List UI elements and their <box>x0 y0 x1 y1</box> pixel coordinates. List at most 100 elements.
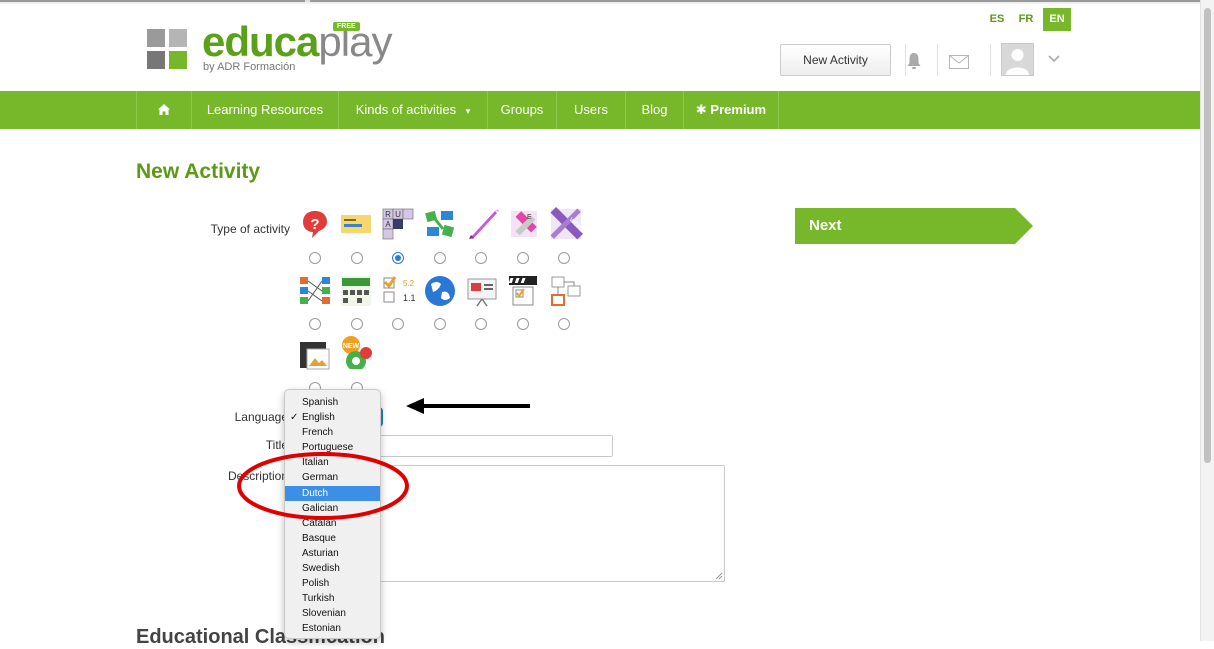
option-label: Basque <box>302 532 336 544</box>
svg-text:A: A <box>385 220 391 229</box>
svg-text:?: ? <box>310 216 319 233</box>
language-option[interactable]: French <box>285 425 380 440</box>
lang-es[interactable]: ES <box>986 8 1008 31</box>
activity-radio[interactable] <box>434 252 446 264</box>
browser-top-edge <box>0 0 1214 5</box>
activity-radio[interactable] <box>309 318 321 330</box>
option-label: Spanish <box>302 397 339 408</box>
logo-subtitle: by ADR Formación <box>203 61 296 73</box>
activity-radio[interactable] <box>475 252 487 264</box>
activity-radio[interactable] <box>517 252 529 264</box>
svg-text:1.1: 1.1 <box>403 293 415 303</box>
svg-text:U: U <box>395 210 401 219</box>
image-icon[interactable] <box>298 339 332 373</box>
option-label: Swedish <box>302 563 340 575</box>
activity-radio[interactable] <box>517 318 529 330</box>
lang-fr[interactable]: FR <box>1015 8 1037 31</box>
option-label: Turkish <box>302 593 335 605</box>
nav-kinds-of-activities[interactable]: Kinds of activities ▾ <box>339 91 488 129</box>
new-game-icon[interactable]: NEW <box>339 335 373 369</box>
lang-en[interactable]: EN <box>1043 8 1071 31</box>
activity-radio[interactable] <box>558 318 570 330</box>
annotation-arrow-icon <box>406 398 530 414</box>
language-label: Language <box>234 410 288 424</box>
checkmark-icon: ✓ <box>290 412 299 424</box>
header-divider <box>990 44 991 76</box>
caret-down-icon: ▾ <box>465 106 471 116</box>
language-option[interactable]: Slovenian <box>285 606 380 621</box>
dictation-icon[interactable] <box>465 207 499 241</box>
home-icon <box>158 104 170 115</box>
annotation-circle-icon <box>237 452 409 520</box>
svg-text:R: R <box>385 210 391 219</box>
activity-radio[interactable] <box>558 252 570 264</box>
nav-blog[interactable]: Blog <box>626 91 684 129</box>
language-option[interactable]: Estonian <box>285 621 380 636</box>
resize-handle-icon[interactable] <box>715 572 723 580</box>
question-icon[interactable]: ? <box>298 207 332 241</box>
activity-radio[interactable] <box>434 318 446 330</box>
fill-blank-icon[interactable] <box>339 207 373 241</box>
scrollbar-thumb[interactable] <box>1204 8 1211 463</box>
word-search-icon[interactable]: E <box>507 207 541 241</box>
nav-kinds-label: Kinds of activities <box>355 102 457 117</box>
main-nav: Learning Resources Kinds of activities ▾… <box>0 91 1200 129</box>
vertical-scrollbar[interactable] <box>1200 0 1214 641</box>
description-textarea[interactable] <box>372 465 725 582</box>
language-option[interactable]: Asturian <box>285 546 380 561</box>
nav-learning-resources[interactable]: Learning Resources <box>192 91 339 129</box>
educaplay-logo[interactable]: educaplay FREE by ADR Formación <box>147 21 407 85</box>
svg-text:5.2: 5.2 <box>403 279 415 288</box>
option-label: Slovenian <box>302 608 346 620</box>
diagram-icon[interactable] <box>549 274 583 308</box>
language-option[interactable]: Swedish <box>285 561 380 576</box>
new-activity-button[interactable]: New Activity <box>780 44 891 76</box>
nav-premium[interactable]: ✱ Premium <box>684 91 779 129</box>
svg-text:E: E <box>527 214 532 221</box>
scramble-icon[interactable] <box>339 274 373 308</box>
option-label: Asturian <box>302 547 339 559</box>
map-icon[interactable] <box>423 274 457 308</box>
activity-radio[interactable] <box>351 252 363 264</box>
next-button[interactable]: Next <box>795 208 1035 244</box>
activity-radio-selected[interactable] <box>392 252 404 264</box>
activity-radio[interactable] <box>475 318 487 330</box>
bell-icon[interactable] <box>906 52 922 70</box>
logo-square <box>169 29 187 47</box>
next-label: Next <box>809 217 842 234</box>
nav-home[interactable] <box>136 91 192 129</box>
user-avatar-icon[interactable] <box>1001 43 1034 76</box>
header-divider <box>937 44 938 76</box>
video-quiz-icon[interactable] <box>507 274 541 308</box>
free-badge: FREE <box>333 22 360 31</box>
language-option-selected[interactable]: ✓ English <box>285 410 380 425</box>
alphabet-icon[interactable]: WORD <box>549 207 583 241</box>
chevron-down-icon[interactable] <box>1048 55 1060 63</box>
envelope-icon[interactable] <box>949 55 969 69</box>
crossword-icon[interactable]: RUA <box>381 207 415 241</box>
language-option[interactable]: Turkish <box>285 591 380 606</box>
option-label: Estonian <box>302 623 341 635</box>
language-option[interactable]: Polish <box>285 576 380 591</box>
activity-radio[interactable] <box>309 252 321 264</box>
nav-groups[interactable]: Groups <box>488 91 557 129</box>
quiz-icon[interactable]: 5.2 1.1 <box>381 274 415 308</box>
option-label: French <box>302 427 334 439</box>
logo-square <box>147 51 165 69</box>
language-option[interactable]: Spanish <box>285 395 380 410</box>
title-label: Title <box>265 438 288 452</box>
logo-square <box>169 51 187 69</box>
presentation-icon[interactable] <box>465 274 499 308</box>
relate-icon[interactable] <box>423 207 457 241</box>
logo-wordmark: educaplay <box>202 21 392 63</box>
page-title: New Activity <box>136 160 261 183</box>
activity-radio[interactable] <box>351 318 363 330</box>
option-label: English <box>302 412 335 424</box>
nav-users[interactable]: Users <box>557 91 626 129</box>
svg-text:NEW: NEW <box>343 343 360 350</box>
language-option[interactable]: Basque <box>285 531 380 546</box>
logo-square <box>147 29 165 47</box>
type-of-activity-label: Type of activity <box>210 222 290 236</box>
matching-columns-icon[interactable] <box>298 274 332 308</box>
activity-radio[interactable] <box>392 318 404 330</box>
